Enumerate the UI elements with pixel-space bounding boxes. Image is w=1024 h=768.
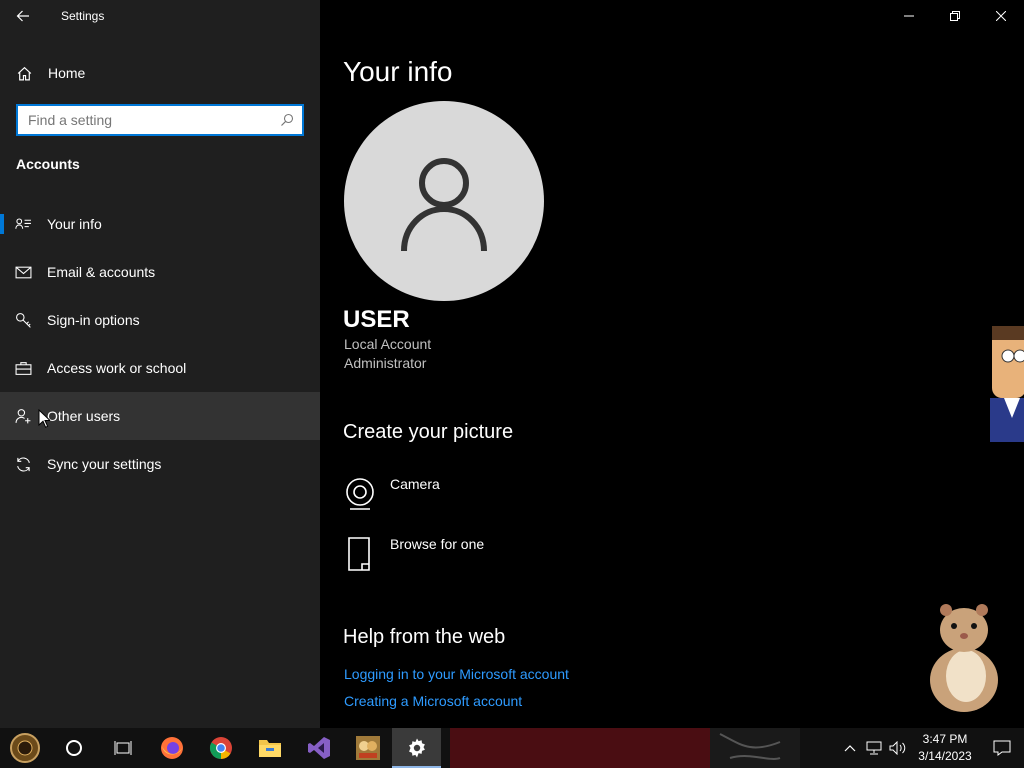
briefcase-icon (0, 344, 47, 392)
account-type: Local Account (344, 336, 432, 352)
visual-studio-icon (307, 737, 330, 759)
page-title: Your info (343, 56, 453, 87)
clock-date: 3/14/2023 (918, 749, 972, 763)
show-hidden-icons-button[interactable] (838, 728, 862, 768)
window-controls (886, 0, 1024, 32)
sidebar-item-label: Sign-in options (47, 312, 140, 328)
accounts-nav-list: Your info Email & accounts Sign-in optio… (0, 200, 320, 488)
sidebar-item-your-info[interactable]: Your info (0, 200, 320, 248)
notification-icon (993, 740, 1011, 756)
game-icon (355, 736, 380, 760)
search-icon[interactable] (272, 106, 302, 134)
taskbar: 3:47 PM 3/14/2023 (0, 728, 1024, 768)
close-icon (996, 11, 1006, 21)
chrome-icon (209, 737, 232, 759)
chrome-taskbar-button[interactable] (196, 728, 245, 768)
sidebar-item-label: Access work or school (47, 360, 187, 376)
mouse-cursor-icon (38, 409, 50, 428)
clock-time: 3:47 PM (922, 732, 968, 746)
search-input[interactable] (18, 106, 272, 134)
sidebar-item-access-work-school[interactable]: Access work or school (0, 344, 320, 392)
app-title: Settings (61, 9, 105, 23)
back-arrow-icon (16, 10, 29, 22)
speaker-icon (889, 741, 906, 755)
mail-icon (0, 248, 47, 296)
network-icon (866, 741, 882, 755)
taskbar-clock[interactable]: 3:47 PM 3/14/2023 (910, 731, 980, 765)
firefox-taskbar-button[interactable] (147, 728, 196, 768)
browse-option[interactable]: Browse for one (344, 534, 484, 574)
help-link-logging-in[interactable]: Logging in to your Microsoft account (344, 666, 569, 682)
chevron-up-icon (844, 745, 856, 752)
help-link-create-account[interactable]: Creating a Microsoft account (344, 693, 522, 709)
back-button[interactable] (0, 0, 46, 32)
gear-icon (408, 738, 425, 758)
key-icon (0, 296, 47, 344)
sidebar-item-label: Email & accounts (47, 264, 156, 280)
search-box[interactable] (16, 104, 304, 136)
camera-label: Camera (390, 476, 440, 492)
avatar (344, 101, 544, 301)
account-role: Administrator (344, 355, 427, 371)
start-orb-icon (9, 733, 40, 763)
restore-button[interactable] (932, 0, 978, 32)
sidebar-item-email-accounts[interactable]: Email & accounts (0, 248, 320, 296)
minimize-button[interactable] (886, 0, 932, 32)
folder-icon (258, 740, 281, 757)
action-center-button[interactable] (980, 728, 1024, 768)
restore-icon (950, 11, 960, 21)
contact-card-icon (0, 200, 47, 248)
home-icon (0, 52, 48, 94)
hamster-image (930, 604, 998, 712)
sync-icon (0, 440, 47, 488)
settings-sidebar: Settings Home Accounts Your info Email &… (0, 0, 320, 728)
task-view-icon (114, 741, 131, 755)
start-button[interactable] (0, 728, 49, 768)
sidebar-item-label: Your info (47, 216, 102, 232)
task-view-button[interactable] (98, 728, 147, 768)
camera-icon (344, 474, 390, 514)
home-nav-item[interactable]: Home (0, 52, 320, 94)
sidebar-item-label: Other users (47, 408, 121, 424)
network-button[interactable] (862, 728, 886, 768)
sidebar-item-label: Sync your settings (47, 456, 162, 472)
camera-option[interactable]: Camera (344, 474, 440, 514)
volume-button[interactable] (886, 728, 910, 768)
file-icon (344, 534, 390, 574)
title-bar: Settings (0, 0, 320, 32)
close-button[interactable] (978, 0, 1024, 32)
user-name: USER (343, 306, 410, 333)
system-tray: 3:47 PM 3/14/2023 (838, 728, 1024, 768)
browse-label: Browse for one (390, 536, 485, 552)
sidebar-item-sync-settings[interactable]: Sync your settings (0, 440, 320, 488)
cartoon-character-image (990, 326, 1024, 442)
settings-taskbar-button[interactable] (392, 728, 441, 768)
game-taskbar-button[interactable] (343, 728, 392, 768)
cortana-button[interactable] (49, 728, 98, 768)
home-label: Home (48, 65, 86, 81)
user-silhouette-icon (401, 158, 487, 251)
firefox-icon (160, 737, 183, 759)
file-explorer-taskbar-button[interactable] (245, 728, 294, 768)
create-picture-heading: Create your picture (343, 421, 514, 443)
help-heading: Help from the web (343, 626, 506, 648)
sidebar-item-sign-in-options[interactable]: Sign-in options (0, 296, 320, 344)
section-title: Accounts (16, 156, 80, 172)
minimize-icon (904, 15, 914, 17)
visual-studio-taskbar-button[interactable] (294, 728, 343, 768)
cortana-circle-icon (65, 740, 82, 756)
